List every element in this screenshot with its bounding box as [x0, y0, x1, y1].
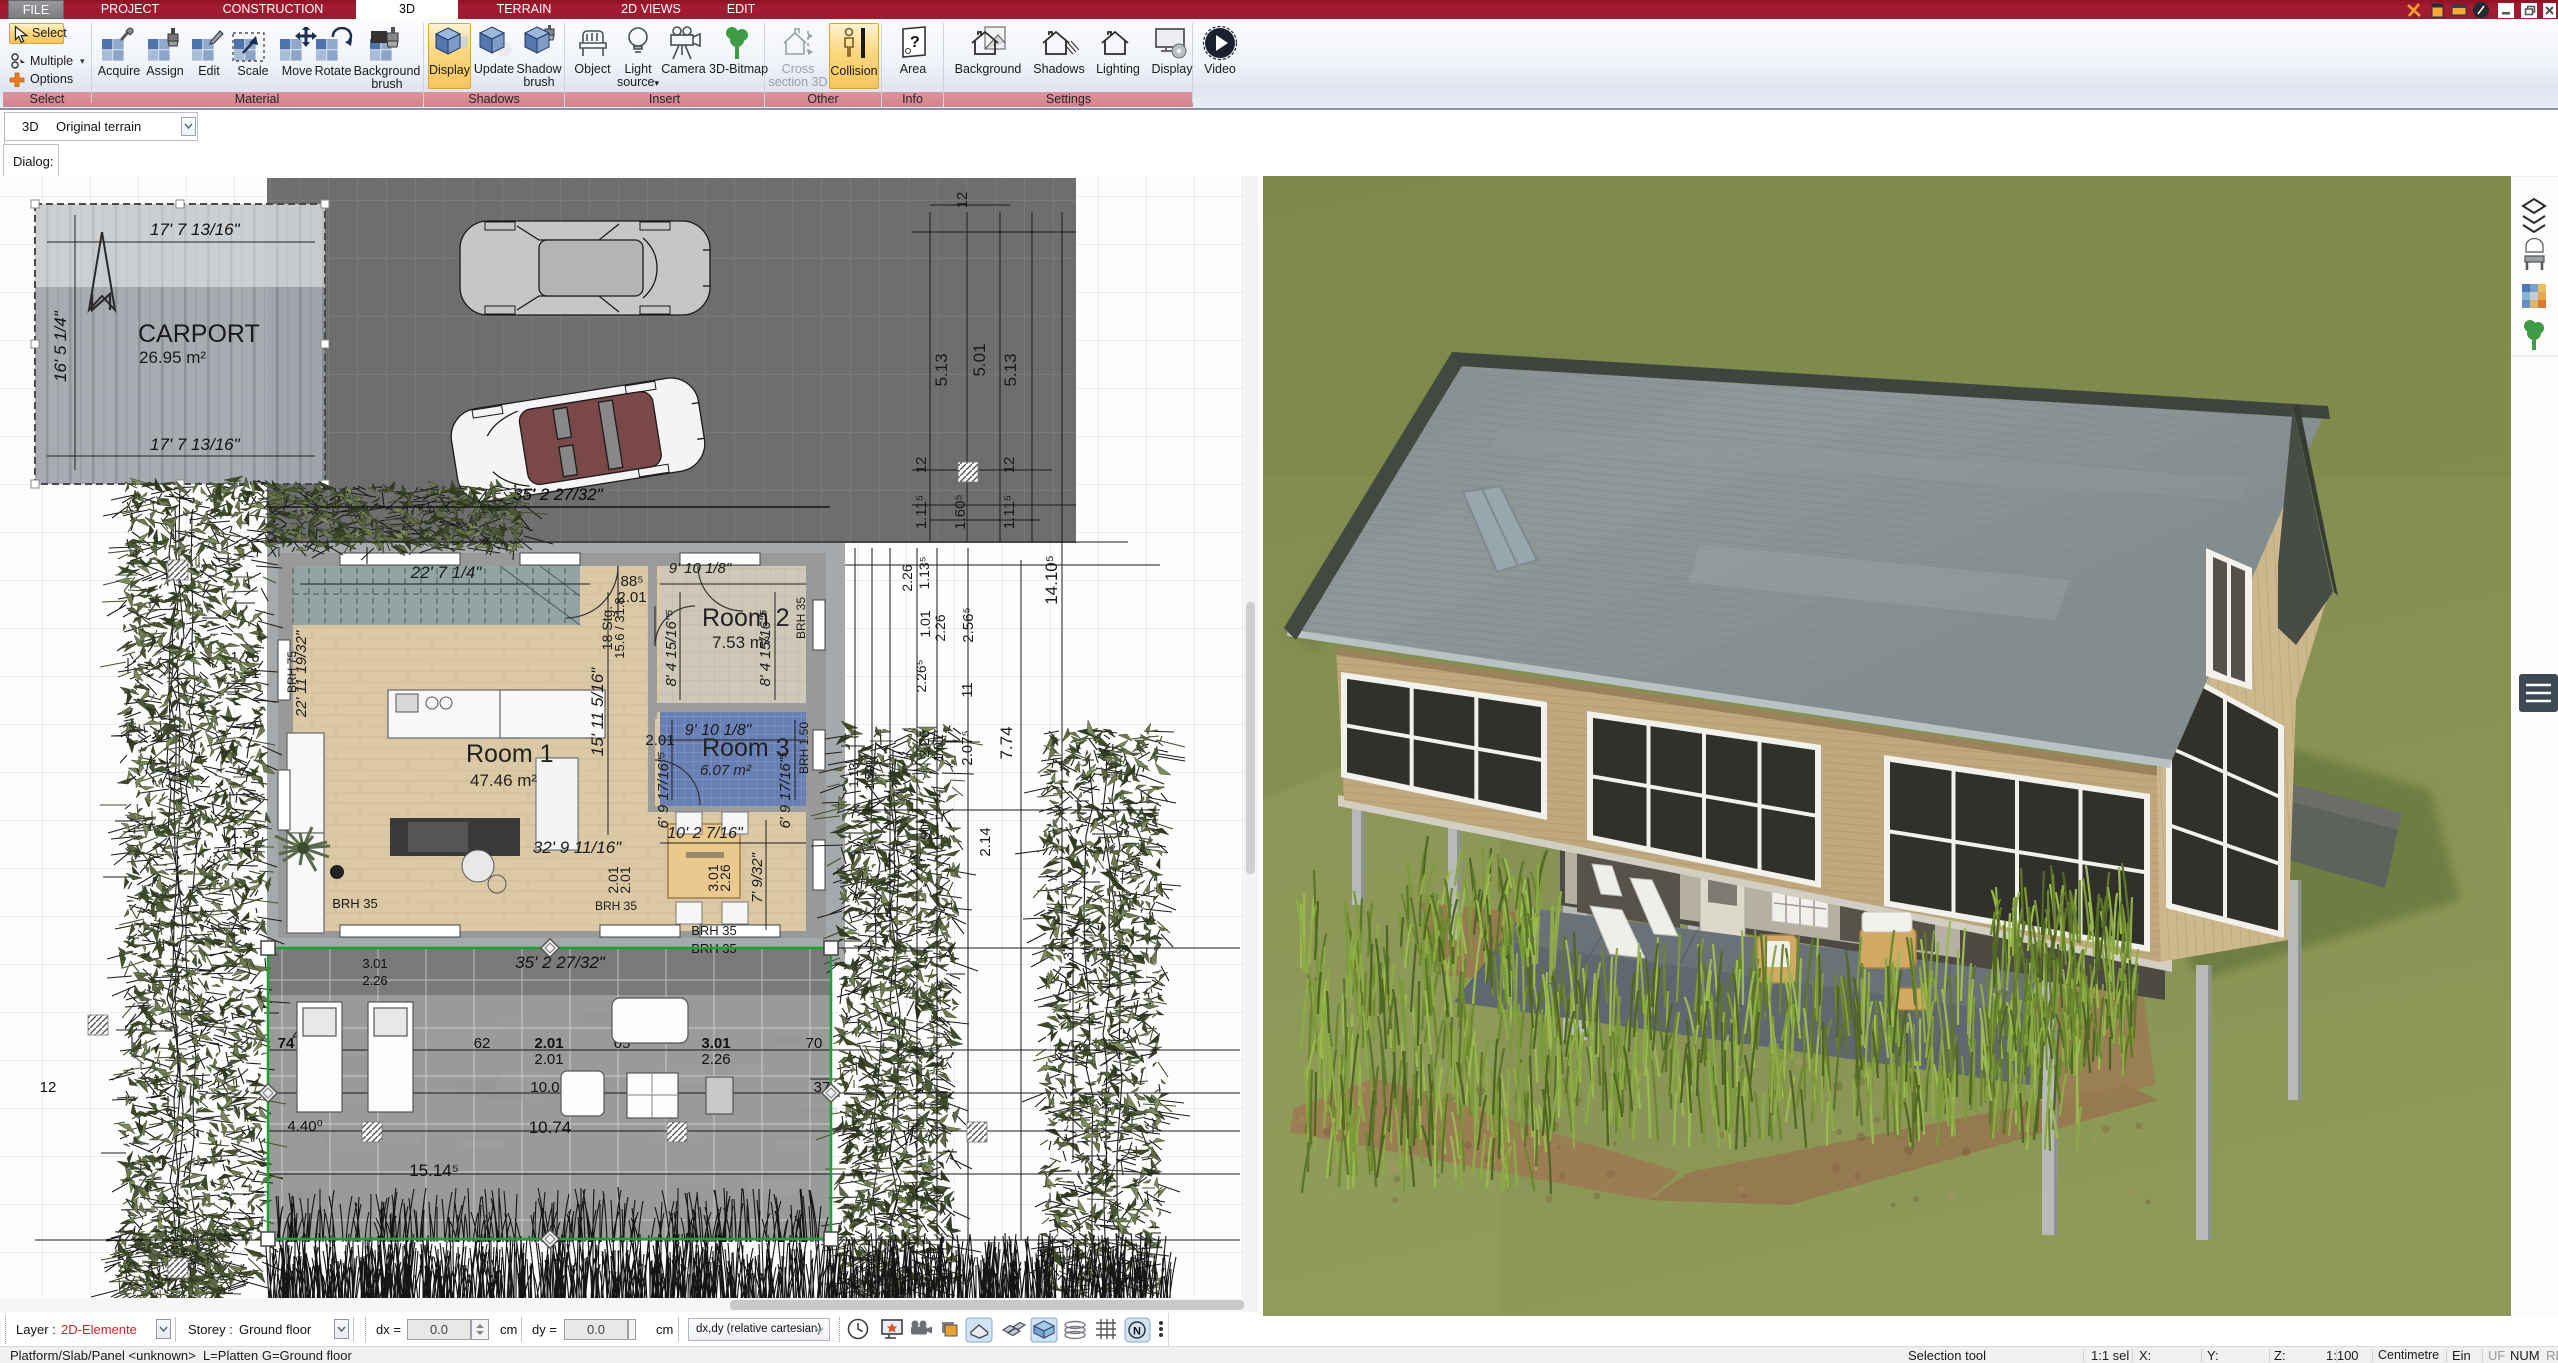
svg-text:1.11⁵: 1.11⁵	[1001, 495, 1018, 529]
svg-text:15' 11 5/16": 15' 11 5/16"	[588, 667, 607, 756]
svg-text:8' 4 15/16"⁵: 8' 4 15/16"⁵	[663, 609, 680, 686]
svg-text:26.95 m²: 26.95 m²	[139, 348, 206, 367]
svg-text:7' 9/32": 7' 9/32"	[749, 852, 766, 903]
svg-text:2.26: 2.26	[899, 564, 915, 591]
svg-text:BRH 35: BRH 35	[691, 923, 737, 938]
svg-text:22' 7 1/4": 22' 7 1/4"	[410, 563, 483, 582]
svg-text:35' 2 27/32": 35' 2 27/32"	[513, 485, 604, 504]
svg-text:9' 10 1/8": 9' 10 1/8"	[669, 560, 732, 577]
svg-text:5.01: 5.01	[970, 343, 989, 376]
svg-text:2.26⁵: 2.26⁵	[913, 659, 929, 692]
svg-text:2.01: 2.01	[617, 866, 633, 893]
svg-text:3.01: 3.01	[362, 956, 387, 971]
svg-text:37: 37	[1060, 944, 1076, 960]
svg-text:9' 10 1/8": 9' 10 1/8"	[685, 722, 753, 739]
svg-text:90⁵: 90⁵	[917, 818, 933, 839]
svg-text:1.01: 1.01	[930, 734, 946, 761]
svg-text:2.56⁵: 2.56⁵	[960, 607, 977, 642]
svg-text:1.13: 1.13	[846, 762, 861, 787]
svg-text:2.26: 2.26	[362, 973, 387, 988]
svg-text:1.11⁵: 1.11⁵	[913, 495, 930, 529]
svg-text:62: 62	[474, 1035, 491, 1052]
svg-text:11: 11	[959, 682, 976, 698]
svg-text:2.26: 2.26	[717, 864, 733, 891]
svg-text:35' 2 27/32": 35' 2 27/32"	[515, 953, 606, 972]
svg-text:N: N	[1133, 1326, 1141, 1338]
svg-text:88⁵: 88⁵	[621, 573, 644, 590]
svg-text:47.46 m²: 47.46 m²	[470, 771, 537, 790]
svg-text:2.07⁵: 2.07⁵	[959, 730, 976, 765]
svg-text:17' 7 13/16": 17' 7 13/16"	[150, 220, 241, 239]
svg-text:2.26: 2.26	[701, 1051, 730, 1068]
svg-text:4.40⁰: 4.40⁰	[287, 1118, 322, 1135]
svg-text:2.01: 2.01	[534, 1051, 563, 1068]
svg-text:BRH 1.50: BRH 1.50	[797, 722, 811, 774]
svg-text:BRH 35: BRH 35	[332, 896, 378, 911]
svg-text:12: 12	[1001, 457, 1018, 474]
svg-text:32' 9 11/16": 32' 9 11/16"	[533, 838, 622, 857]
svg-text:16' 5 1/4": 16' 5 1/4"	[51, 310, 70, 382]
svg-text:5.13: 5.13	[932, 353, 951, 386]
svg-text:17' 7 13/16": 17' 7 13/16"	[150, 435, 241, 454]
svg-text:7.74: 7.74	[997, 726, 1016, 759]
svg-text:6' 9 17/16"⁵: 6' 9 17/16"⁵	[777, 751, 794, 828]
svg-text:12: 12	[954, 192, 971, 209]
svg-text:CARPORT: CARPORT	[138, 320, 260, 348]
svg-text:1.01: 1.01	[917, 610, 933, 637]
svg-text:12: 12	[913, 457, 930, 474]
svg-text:6.07 m²: 6.07 m²	[700, 762, 752, 779]
svg-text:15.14⁵: 15.14⁵	[409, 1161, 459, 1180]
svg-text:?: ?	[910, 34, 920, 51]
svg-text:1.60⁵: 1.60⁵	[952, 494, 969, 529]
svg-text:BRH 35: BRH 35	[794, 597, 808, 639]
svg-text:Room 1: Room 1	[466, 740, 554, 768]
svg-text:10.0: 10.0	[530, 1079, 559, 1096]
svg-text:2.14: 2.14	[977, 827, 994, 856]
svg-text:5.13: 5.13	[1001, 353, 1020, 386]
svg-text:1.50⁵: 1.50⁵	[862, 760, 877, 791]
svg-text:3.01: 3.01	[701, 1035, 730, 1052]
svg-text:10.74: 10.74	[529, 1118, 572, 1137]
svg-text:12: 12	[40, 1079, 57, 1096]
svg-text:70: 70	[806, 1035, 823, 1052]
svg-text:2.26: 2.26	[932, 614, 948, 641]
svg-text:1.13⁵: 1.13⁵	[916, 556, 932, 589]
svg-text:10' 2 7/16": 10' 2 7/16"	[667, 825, 744, 842]
svg-text:14.10⁵: 14.10⁵	[1042, 555, 1061, 605]
svg-text:Room 2: Room 2	[702, 604, 790, 632]
svg-text:15.6 / 31.8: 15.6 / 31.8	[612, 597, 627, 658]
svg-text:8' 4 15/16"⁵: 8' 4 15/16"⁵	[757, 609, 774, 686]
svg-text:2.01: 2.01	[534, 1035, 563, 1052]
svg-text:22' 11 19/32": 22' 11 19/32"	[293, 630, 310, 718]
svg-text:BRH 35: BRH 35	[595, 899, 637, 913]
svg-text:6' 9 17/16"⁵: 6' 9 17/16"⁵	[655, 751, 672, 828]
